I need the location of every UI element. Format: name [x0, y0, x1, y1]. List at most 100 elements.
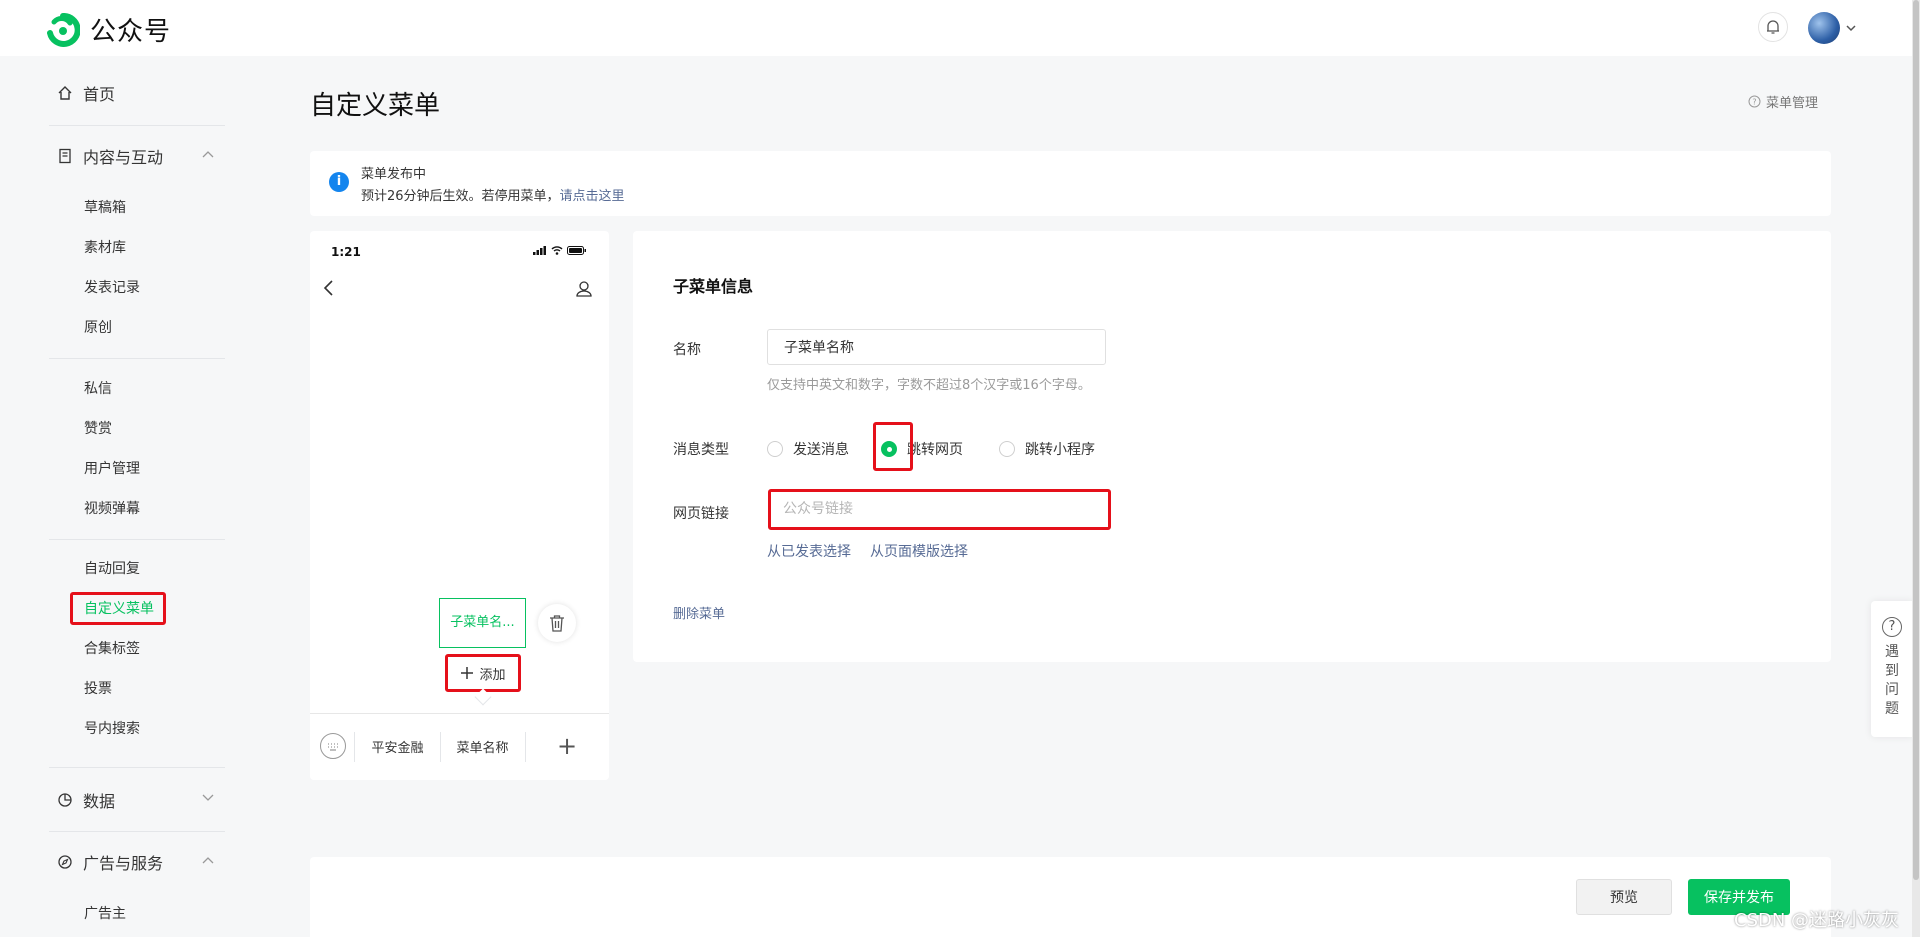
- sidebar-item-materials[interactable]: 素材库: [84, 238, 126, 258]
- highlight-box: [445, 654, 521, 692]
- watermark: CSDN @迷路小灰灰: [1734, 910, 1900, 931]
- radio-label: 跳转小程序: [1025, 442, 1095, 458]
- select-template-link[interactable]: 从页面模版选择: [870, 541, 968, 561]
- chevron-down-icon: [1846, 25, 1856, 32]
- menu-management-label: 菜单管理: [1766, 96, 1819, 111]
- app-name: 公众号: [90, 17, 172, 47]
- question-icon: ?: [1882, 617, 1902, 637]
- battery-icon: [567, 246, 586, 255]
- pie-chart-icon: [58, 793, 72, 807]
- sidebar-item-collection-tags[interactable]: 合集标签: [84, 639, 140, 659]
- back-icon[interactable]: [322, 279, 334, 297]
- page-title: 自定义菜单: [310, 91, 441, 121]
- divider: [49, 831, 225, 832]
- phone-menu-bar: 平安金融 菜单名称 +: [310, 713, 609, 780]
- top-bar: 公众号: [0, 0, 1920, 56]
- highlight-box: [768, 489, 1111, 530]
- trash-icon: [550, 615, 564, 632]
- sidebar-item-publish-records[interactable]: 发表记录: [84, 278, 140, 298]
- help-label: 遇到问题: [1885, 644, 1899, 717]
- wifi-icon: [551, 246, 563, 255]
- menu-item-name[interactable]: 菜单名称: [440, 737, 525, 756]
- avatar: [1808, 12, 1840, 44]
- chevron-down-icon: [202, 794, 214, 801]
- radio-circle: [767, 441, 783, 457]
- sidebar-item-messages[interactable]: 私信: [84, 379, 112, 399]
- url-label: 网页链接: [673, 506, 729, 522]
- sidebar: 首页 内容与互动 草稿箱 素材库 发表记录 原创 私信 赞赏 用户管理 视频弹幕…: [0, 56, 260, 937]
- sidebar-group-label: 广告与服务: [83, 854, 164, 873]
- signal-icon: [533, 246, 546, 255]
- phone-preview: 1:21 子菜单名... 添加 平安金融 菜单名称 +: [310, 231, 609, 780]
- submenu-item[interactable]: 子菜单名...: [439, 598, 526, 648]
- sidebar-item-drafts[interactable]: 草稿箱: [84, 198, 126, 218]
- sidebar-item-original[interactable]: 原创: [84, 318, 112, 338]
- user-icon[interactable]: [575, 280, 593, 298]
- phone-status-icons: [533, 246, 587, 255]
- divider: [49, 125, 225, 126]
- radio-send-message[interactable]: 发送消息: [767, 439, 849, 459]
- name-field[interactable]: [767, 329, 1106, 365]
- radio-circle: [999, 441, 1015, 457]
- sidebar-item-rewards[interactable]: 赞赏: [84, 419, 112, 439]
- preview-button[interactable]: 预览: [1576, 879, 1672, 915]
- info-icon: i: [329, 172, 349, 192]
- action-bar: 预览 保存并发布: [310, 857, 1831, 937]
- menu-item-pingan[interactable]: 平安金融: [355, 737, 440, 756]
- sidebar-group-content[interactable]: 内容与互动: [57, 141, 214, 171]
- bell-icon: [1767, 20, 1779, 34]
- sidebar-group-ads[interactable]: 广告与服务: [57, 847, 214, 877]
- sidebar-item-home[interactable]: 首页: [57, 78, 115, 108]
- svg-text:?: ?: [1752, 98, 1756, 107]
- name-label: 名称: [673, 342, 701, 358]
- phone-time: 1:21: [331, 245, 361, 259]
- chevron-up-icon: [202, 151, 214, 158]
- divider: [49, 358, 225, 359]
- radio-jump-miniprogram[interactable]: 跳转小程序: [999, 439, 1095, 459]
- sidebar-item-label: 首页: [83, 85, 116, 104]
- form-title: 子菜单信息: [673, 277, 754, 296]
- delete-menu-link[interactable]: 删除菜单: [673, 603, 725, 622]
- logo-icon: [47, 12, 80, 47]
- sidebar-group-label: 内容与互动: [83, 148, 164, 167]
- highlight-box: [873, 422, 913, 471]
- disable-menu-link[interactable]: 请点击这里: [560, 189, 625, 204]
- name-hint: 仅支持中英文和数字，字数不超过8个汉字或16个字母。: [767, 378, 1091, 393]
- divider: [525, 732, 526, 762]
- sidebar-item-search[interactable]: 号内搜索: [84, 719, 140, 739]
- logo[interactable]: 公众号: [46, 11, 171, 48]
- divider: [49, 767, 225, 768]
- keyboard-glyph: [328, 743, 338, 751]
- submenu-form: 子菜单信息 名称 仅支持中英文和数字，字数不超过8个汉字或16个字母。 消息类型…: [633, 231, 1831, 662]
- sidebar-group-label: 数据: [83, 792, 116, 811]
- account-menu[interactable]: [1808, 12, 1856, 44]
- select-published-link[interactable]: 从已发表选择: [767, 541, 851, 561]
- notice-title: 菜单发布中: [361, 167, 427, 182]
- compass-icon: [58, 855, 72, 869]
- notice-body: 预计26分钟后生效。若停用菜单，: [361, 189, 560, 204]
- document-icon: [59, 148, 71, 164]
- sidebar-item-auto-reply[interactable]: 自动回复: [84, 559, 140, 579]
- add-menu-button[interactable]: +: [557, 732, 577, 760]
- keyboard-icon[interactable]: [320, 733, 346, 759]
- delete-submenu-button[interactable]: [538, 604, 576, 642]
- notice-text: 预计26分钟后生效。若停用菜单，请点击这里: [361, 185, 625, 204]
- home-icon: [58, 86, 72, 100]
- help-widget[interactable]: ? 遇到问题: [1871, 601, 1913, 737]
- scrollbar-thumb[interactable]: [1913, 0, 1919, 880]
- sidebar-group-data[interactable]: 数据: [57, 785, 214, 815]
- question-icon: ?: [1748, 95, 1761, 108]
- publish-notice: i 菜单发布中 预计26分钟后生效。若停用菜单，请点击这里: [310, 151, 1831, 216]
- radio-label: 发送消息: [793, 442, 849, 458]
- sidebar-item-vote[interactable]: 投票: [84, 679, 112, 699]
- divider: [49, 539, 225, 540]
- notification-button[interactable]: [1758, 12, 1788, 42]
- radio-label: 跳转网页: [907, 442, 963, 458]
- chevron-up-icon: [202, 857, 214, 864]
- type-label: 消息类型: [673, 442, 729, 458]
- highlight-box: [70, 592, 166, 625]
- sidebar-item-users[interactable]: 用户管理: [84, 459, 140, 479]
- sidebar-item-advertiser[interactable]: 广告主: [84, 904, 126, 924]
- menu-management-link[interactable]: ? 菜单管理: [1748, 92, 1818, 111]
- sidebar-item-danmaku[interactable]: 视频弹幕: [84, 499, 140, 519]
